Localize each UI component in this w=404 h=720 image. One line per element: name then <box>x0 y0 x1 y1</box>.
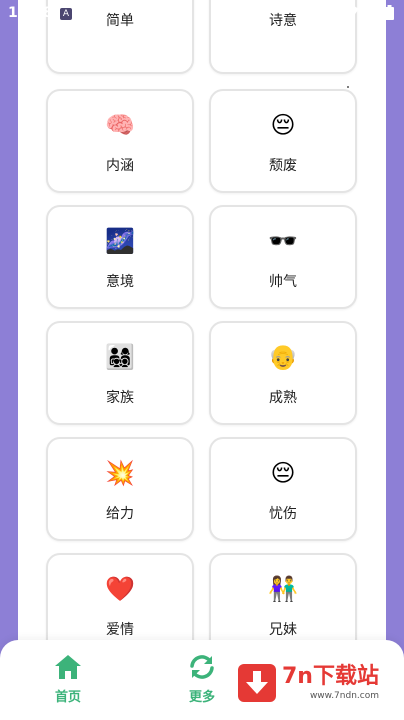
category-label: 成熟 <box>269 390 297 406</box>
heart-icon: ❤️ <box>105 575 135 603</box>
category-card-mood[interactable]: 🌌 意境 <box>46 205 194 309</box>
pensive-face-icon: 😔 <box>270 111 296 139</box>
category-label: 意境 <box>106 274 134 290</box>
status-bar: 11:18 A <box>0 0 404 28</box>
refresh-icon <box>190 655 214 679</box>
sunglasses-icon: 🕶️ <box>268 227 298 255</box>
watermark-url: www.7ndn.com <box>309 691 379 701</box>
category-label: 爱情 <box>106 622 134 638</box>
home-icon <box>55 655 81 679</box>
night-sky-icon: 🌌 <box>105 227 135 255</box>
couple-icon: 👫 <box>268 575 298 603</box>
watermark-text: 7n下载站 www.7ndn.com <box>282 664 379 702</box>
category-card-handsome[interactable]: 🕶️ 帅气 <box>209 205 357 309</box>
signal-icon <box>365 5 379 20</box>
nav-home-label: 首页 <box>54 690 81 705</box>
category-label: 颓废 <box>269 158 297 174</box>
speck <box>347 86 349 88</box>
nav-more-label: 更多 <box>188 690 215 705</box>
status-time: 11:18 <box>8 5 53 21</box>
watermark-title: 7n下载站 <box>282 664 379 689</box>
category-card-connotation[interactable]: 🧠 内涵 <box>46 89 194 193</box>
category-label: 忧伤 <box>269 506 297 522</box>
category-card-sad[interactable]: 😔 忧伤 <box>209 437 357 541</box>
battery-icon <box>385 5 394 20</box>
category-label: 兄妹 <box>269 622 297 638</box>
category-card-decadent[interactable]: 😔 颓废 <box>209 89 357 193</box>
category-label: 内涵 <box>106 158 134 174</box>
content-panel: 📝 简单 诗意 🧠 内涵 😔 颓废 🌌 意境 🕶️ 帅气 👨‍👩‍👧‍👦 家族 … <box>18 0 386 720</box>
watermark: 7n下载站 www.7ndn.com <box>238 664 394 710</box>
nav-more[interactable]: 更多 <box>172 654 232 705</box>
category-card-awesome[interactable]: 💥 给力 <box>46 437 194 541</box>
category-label: 家族 <box>106 390 134 406</box>
collision-icon: 💥 <box>105 459 135 487</box>
nav-home[interactable]: 首页 <box>38 654 98 705</box>
category-label: 给力 <box>106 506 134 522</box>
notification-icon: A <box>60 8 72 20</box>
old-man-icon: 👴 <box>268 343 298 371</box>
status-icons <box>343 5 394 20</box>
category-label: 帅气 <box>269 274 297 290</box>
pensive-face-icon: 😔 <box>270 459 296 487</box>
download-logo-icon <box>238 664 276 702</box>
category-card-family[interactable]: 👨‍👩‍👧‍👦 家族 <box>46 321 194 425</box>
wifi-icon <box>343 5 359 19</box>
brain-icon: 🧠 <box>105 111 135 139</box>
category-card-mature[interactable]: 👴 成熟 <box>209 321 357 425</box>
family-icon: 👨‍👩‍👧‍👦 <box>105 343 135 371</box>
